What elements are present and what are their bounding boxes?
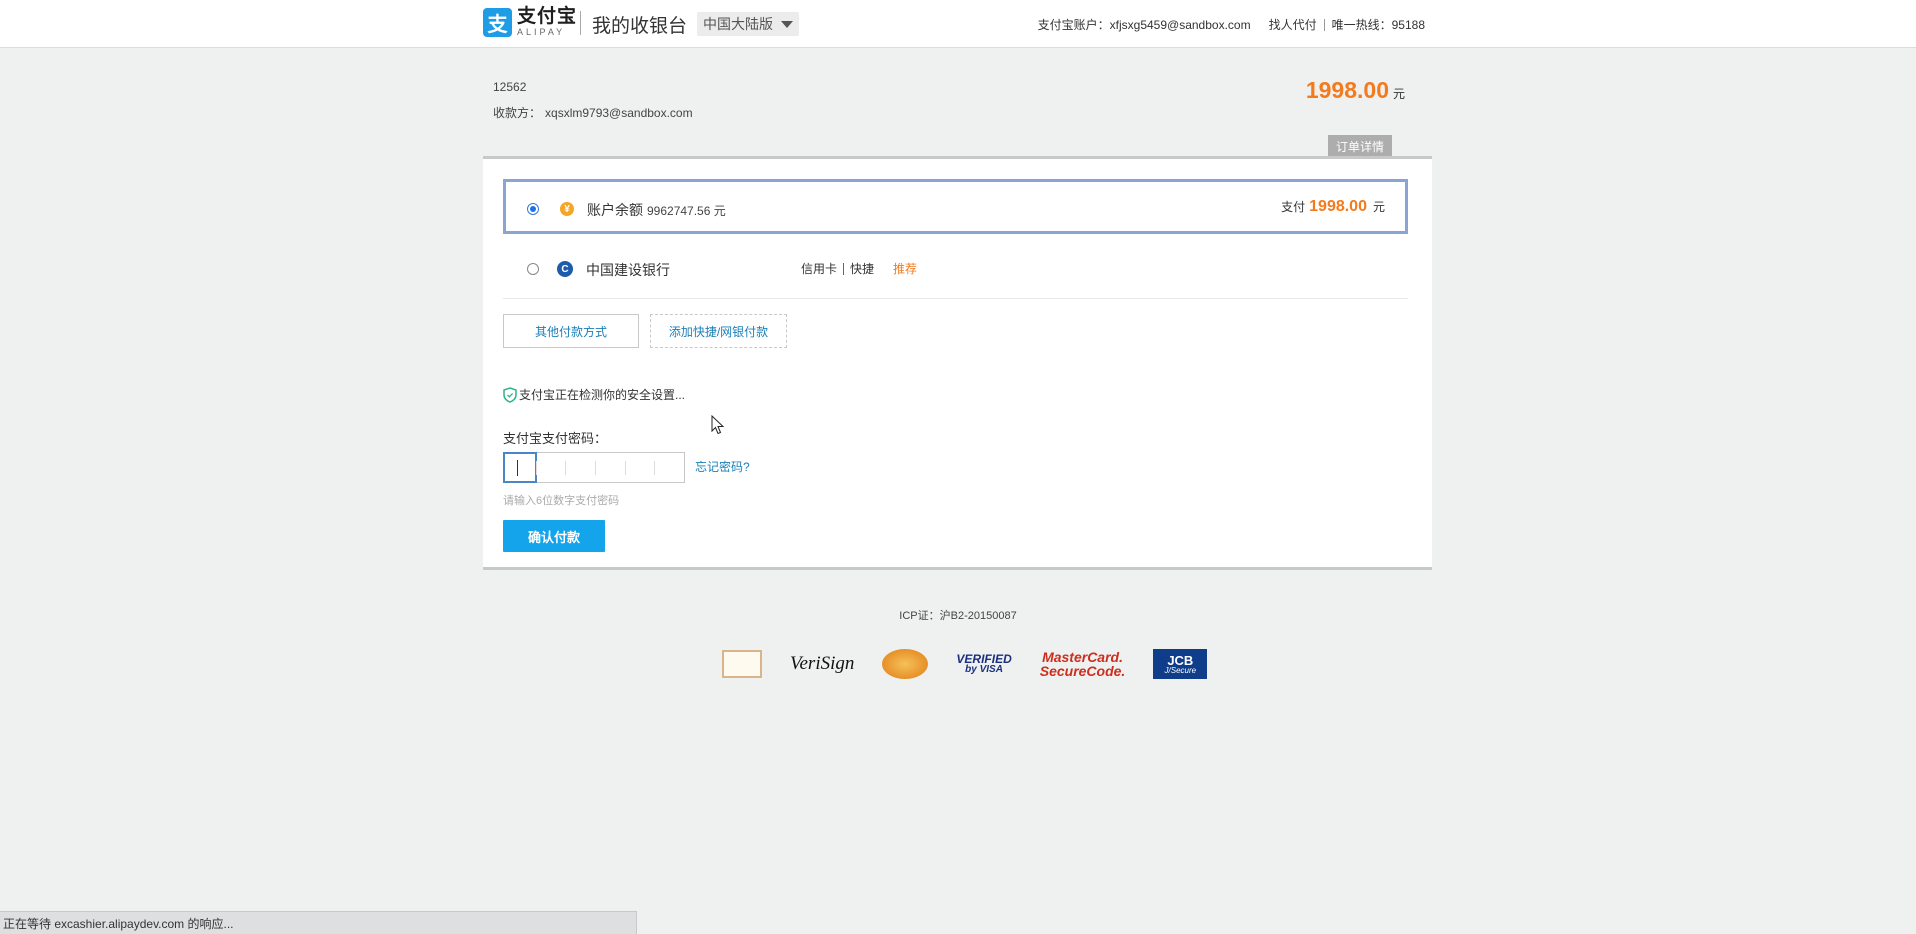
chevron-down-icon (781, 20, 793, 28)
balance-pay-value: 1998.00 (1309, 198, 1367, 215)
password-input[interactable] (503, 452, 685, 483)
divider (503, 298, 1408, 299)
order-amount-value: 1998.00 (1305, 77, 1389, 103)
header-account-info: 支付宝账户： xfjsxg5459@sandbox.com 找人代付 唯一热线：… (1038, 16, 1425, 33)
jcb-jsecure-logo[interactable]: JCB J/Secure (1153, 649, 1208, 679)
recommend-badge: 推荐 (893, 262, 918, 276)
alipay-logo-icon: 支 (483, 7, 512, 37)
hotline-number: 95188 (1391, 17, 1425, 32)
logo-subtext: ALIPAY (517, 27, 566, 37)
payment-option-ccb[interactable]: 中国建设银行 (586, 260, 670, 280)
order-id: 12562 (493, 80, 527, 94)
top-bar: 支 支付宝 ALIPAY 我的收银台 中国大陆版 支付宝账户： xfjsxg54… (0, 0, 1916, 48)
header-separator (1323, 18, 1325, 31)
balance-label: 账户余额 (587, 202, 643, 218)
balance-radio[interactable] (527, 203, 539, 215)
page-title: 我的收银台 (592, 16, 688, 37)
ccb-radio[interactable] (527, 263, 539, 275)
payment-option-balance[interactable]: ¥ 账户余额 9962747.56 元 支付 1998.00 元 (503, 179, 1408, 234)
alipay-logo[interactable]: 支 支付宝 ALIPAY (483, 7, 577, 37)
find-payer-link[interactable]: 找人代付 (1269, 16, 1317, 33)
order-detail-tab[interactable]: 订单详情 (1328, 135, 1392, 157)
itrust-logo[interactable] (882, 649, 929, 679)
password-digit[interactable] (503, 452, 537, 483)
order-amount: 1998.00 元 (1306, 77, 1405, 104)
balance-value: 9962747.56 元 (647, 204, 726, 218)
account-email: xfjsxg5459@sandbox.com (1109, 17, 1251, 32)
shield-icon (503, 386, 517, 403)
certificate-icon[interactable] (722, 650, 762, 678)
balance-pay-amount: 支付 1998.00 元 (1281, 198, 1385, 215)
browser-status-bar: 正在等待 excashier.alipaydev.com 的响应... (0, 911, 637, 934)
region-label: 中国大陆版 (703, 16, 773, 32)
add-quick-pay-button[interactable]: 添加快捷/网银付款 (650, 314, 787, 348)
payee-email: xqsxlm9793@sandbox.com (545, 106, 693, 120)
confirm-pay-button[interactable]: 确认付款 (503, 520, 605, 552)
password-digit[interactable] (624, 453, 655, 482)
password-digit[interactable] (595, 453, 625, 482)
payment-panel: ¥ 账户余额 9962747.56 元 支付 1998.00 元 C 中国建设银行… (483, 156, 1432, 570)
account-label: 支付宝账户： (1037, 18, 1110, 32)
hotline-label: 唯一热线： (1331, 18, 1392, 32)
icp-license: ICP证：沪B2-20150087 (899, 610, 1017, 622)
verified-by-visa-logo[interactable]: VERIFIED by VISA (956, 653, 1011, 675)
security-check-text: 支付宝正在检测你的安全设置... (519, 388, 686, 402)
security-check: 支付宝正在检测你的安全设置... (503, 386, 685, 403)
payee-label: 收款方： (493, 106, 542, 120)
password-label: 支付宝支付密码： (503, 431, 608, 446)
region-select[interactable]: 中国大陆版 (697, 12, 799, 36)
password-digit[interactable] (535, 453, 566, 482)
mastercard-securecode-logo[interactable]: MasterCard. SecureCode. (1040, 650, 1126, 678)
order-amount-unit: 元 (1392, 87, 1405, 101)
cert-logos: VeriSign VERIFIED by VISA MasterCard. Se… (722, 646, 1235, 682)
verisign-logo[interactable]: VeriSign (790, 653, 854, 675)
yen-icon: ¥ (560, 202, 574, 216)
forgot-password-link[interactable]: 忘记密码? (695, 458, 750, 475)
quick-pay-tag: 快捷 (850, 262, 875, 276)
other-methods-button[interactable]: 其他付款方式 (503, 314, 639, 348)
logo-text: 支付宝 (517, 6, 578, 27)
password-digit[interactable] (654, 453, 684, 482)
credit-card-tag: 信用卡 (801, 262, 838, 276)
payee-info: 收款方： xqsxlm9793@sandbox.com (493, 104, 693, 121)
password-digit[interactable] (565, 453, 595, 482)
ccb-bank-icon: C (557, 261, 573, 277)
mouse-cursor-icon (711, 415, 725, 435)
password-hint: 请输入6位数字支付密码 (503, 495, 620, 507)
ccb-card-tags: 信用卡 快捷 (801, 260, 874, 277)
header-divider (580, 11, 581, 35)
